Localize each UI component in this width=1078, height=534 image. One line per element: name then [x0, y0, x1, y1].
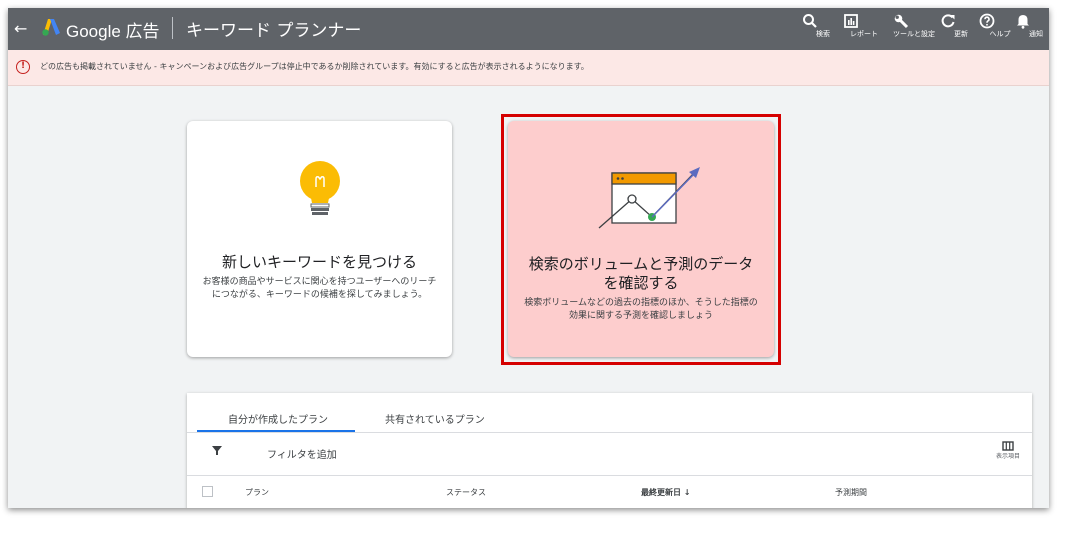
bell-icon	[1017, 15, 1029, 29]
error-icon: !	[16, 60, 30, 74]
tab-my-plans[interactable]: 自分が作成したプラン	[228, 411, 328, 426]
page-title: キーワード プランナー	[186, 21, 362, 41]
brand-name[interactable]: Google 広告	[66, 17, 160, 42]
select-all-checkbox[interactable]	[202, 486, 213, 497]
header-forecast-period[interactable]: 予測期間	[835, 487, 867, 498]
reports-label: レポート	[850, 30, 878, 38]
add-filter-button[interactable]: フィルタを追加	[267, 446, 337, 461]
header-plan[interactable]: プラン	[245, 487, 269, 498]
refresh-label: 更新	[954, 30, 968, 38]
refresh-button[interactable]: 更新	[939, 12, 983, 39]
discover-card-title: 新しいキーワードを見つける	[221, 253, 417, 271]
title-divider	[172, 17, 173, 39]
plans-panel: 自分が作成したプラン 共有されているプラン フィルタを追加 表示項目 プラン ス…	[187, 393, 1032, 508]
columns-button[interactable]: 表示項目	[995, 440, 1021, 462]
notifications-button[interactable]: 通知	[1014, 12, 1049, 39]
back-arrow-icon[interactable]: ←	[14, 19, 27, 38]
reports-button[interactable]: レポート	[842, 12, 886, 39]
refresh-icon	[941, 14, 955, 28]
search-label: 検索	[816, 30, 830, 38]
app-window: ← Google 広告 キーワード プランナー 検索 レポート ツールと設定 更…	[8, 8, 1049, 508]
discover-keywords-card[interactable]: 新しいキーワードを見つける お客様の商品やサービスに関心を持つユーザーへのリーチ…	[187, 121, 452, 357]
tools-settings-button[interactable]: ツールと設定	[892, 12, 936, 39]
columns-icon	[1002, 441, 1014, 451]
filter-icon[interactable]	[211, 444, 223, 456]
header-status[interactable]: ステータス	[446, 487, 486, 498]
highlight-box	[501, 114, 781, 365]
notifications-label: 通知	[1029, 30, 1043, 38]
lightbulb-icon	[300, 161, 340, 215]
header-last-updated[interactable]: 最終更新日 ↓	[641, 487, 691, 498]
tabs-divider	[187, 432, 1032, 433]
help-icon	[979, 13, 995, 29]
tab-shared-plans[interactable]: 共有されているプラン	[385, 411, 485, 426]
search-button[interactable]: 検索	[801, 12, 845, 39]
columns-label: 表示項目	[995, 453, 1020, 460]
search-icon	[803, 14, 817, 28]
google-ads-logo-icon	[42, 19, 60, 36]
filter-divider	[187, 475, 1032, 476]
alert-banner: ! どの広告も掲載されていません - キャンペーンおよび広告グループは停止中であ…	[8, 50, 1049, 86]
top-bar: ← Google 広告 キーワード プランナー 検索 レポート ツールと設定 更…	[8, 8, 1049, 50]
alert-text: どの広告も掲載されていません - キャンペーンおよび広告グループは停止中であるか…	[40, 62, 589, 71]
wrench-icon	[894, 14, 909, 29]
discover-card-description: お客様の商品やサービスに関心を持つユーザーへのリーチにつながる、キーワードの候補…	[202, 277, 437, 300]
reports-icon	[844, 14, 858, 28]
tools-settings-label: ツールと設定	[893, 30, 935, 38]
